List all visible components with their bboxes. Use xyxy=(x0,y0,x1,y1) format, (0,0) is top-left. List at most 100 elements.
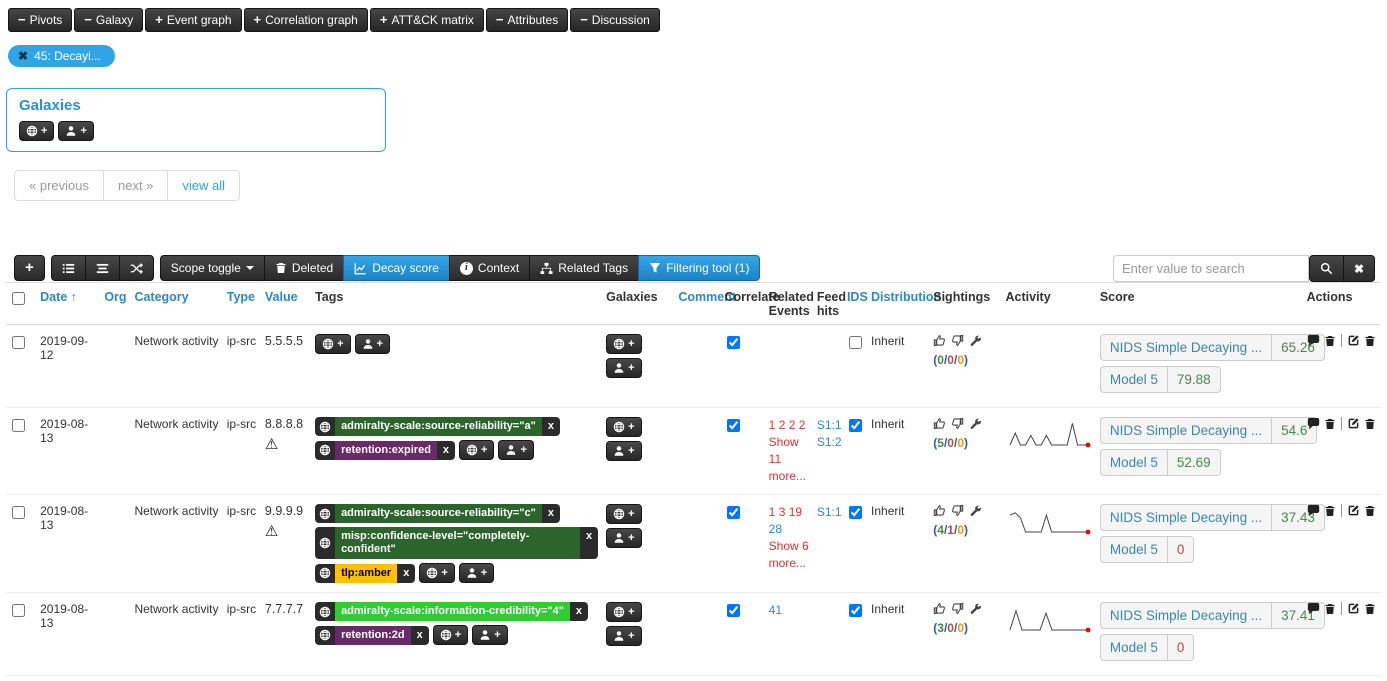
column-header-select[interactable] xyxy=(6,283,36,325)
feed-hit-link[interactable]: S1:1 xyxy=(817,504,839,521)
remove-tag-button[interactable]: x xyxy=(542,417,560,436)
tab-galaxy[interactable]: −Galaxy xyxy=(74,8,143,32)
column-header-comment[interactable]: Comment xyxy=(674,283,720,325)
related-event-link[interactable]: 41 xyxy=(769,603,782,617)
column-header-value[interactable]: Value xyxy=(261,283,311,325)
comment-icon[interactable] xyxy=(1307,504,1320,517)
related-event-link[interactable]: 1 xyxy=(769,505,776,519)
wrench-icon[interactable] xyxy=(969,602,982,615)
shuffle-view-button[interactable] xyxy=(119,255,154,281)
thumbs-down-icon[interactable] xyxy=(951,417,964,430)
remove-tag-button[interactable]: x xyxy=(580,527,598,559)
feed-hit-link[interactable]: S1:1 xyxy=(817,417,839,434)
tag[interactable]: admiralty-scale:information-credibility=… xyxy=(315,602,588,621)
thumbs-down-icon[interactable] xyxy=(951,602,964,615)
add-globe-tag-button[interactable]: + xyxy=(433,625,468,645)
tab-pivots[interactable]: −Pivots xyxy=(8,8,72,32)
trash-icon[interactable] xyxy=(1364,335,1376,347)
view-all-button[interactable]: view all xyxy=(167,170,240,201)
tab-att-ck-matrix[interactable]: +ATT&CK matrix xyxy=(370,8,484,32)
list-view-button[interactable] xyxy=(51,255,86,281)
correlate-checkbox[interactable] xyxy=(727,336,740,349)
related-event-link[interactable]: 19 xyxy=(789,505,802,519)
row-select-checkbox[interactable] xyxy=(12,336,25,349)
row-select-checkbox[interactable] xyxy=(12,419,25,432)
tab-correlation-graph[interactable]: +Correlation graph xyxy=(244,8,368,32)
thumbs-down-icon[interactable] xyxy=(951,504,964,517)
pivot-pill[interactable]: ✖ 45: Decayi... xyxy=(8,45,115,67)
add-person-row-local-galaxy-button[interactable]: + xyxy=(606,626,641,646)
related-tags-button[interactable]: Related Tags xyxy=(529,255,639,281)
add-globe-row-galaxy-button[interactable]: + xyxy=(606,417,641,437)
add-person-row-local-galaxy-button[interactable]: + xyxy=(606,358,641,378)
add-globe-row-galaxy-button[interactable]: + xyxy=(606,602,641,622)
select-all-checkbox[interactable] xyxy=(12,292,25,305)
thumbs-up-icon[interactable] xyxy=(933,334,946,347)
correlate-checkbox[interactable] xyxy=(727,419,740,432)
related-event-link[interactable]: 2 xyxy=(779,418,786,432)
search-input[interactable] xyxy=(1113,255,1309,282)
search-button[interactable] xyxy=(1309,255,1344,282)
tag[interactable]: retention:expiredx xyxy=(315,441,455,460)
add-person-local-tag-button[interactable]: + xyxy=(459,563,494,583)
thumbs-down-icon[interactable] xyxy=(951,334,964,347)
tab-event-graph[interactable]: +Event graph xyxy=(145,8,241,32)
trash-icon[interactable] xyxy=(1324,603,1336,615)
ids-checkbox[interactable] xyxy=(849,336,862,349)
trash-icon[interactable] xyxy=(1324,335,1336,347)
add-globe-row-galaxy-button[interactable]: + xyxy=(606,504,641,524)
tag[interactable]: admiralty-scale:source-reliability="a"x xyxy=(315,417,560,436)
tag[interactable]: misp:confidence-level="completely-confid… xyxy=(315,527,598,559)
thumbs-up-icon[interactable] xyxy=(933,417,946,430)
add-person-local-galaxy-button[interactable]: + xyxy=(58,121,93,141)
add-globe-tag-button[interactable]: + xyxy=(459,440,494,460)
next-page-button[interactable]: next » xyxy=(103,170,168,201)
correlate-checkbox[interactable] xyxy=(727,506,740,519)
ids-checkbox[interactable] xyxy=(849,506,862,519)
related-event-link[interactable]: Show 11 more... xyxy=(769,435,806,483)
row-select-checkbox[interactable] xyxy=(12,506,25,519)
comment-icon[interactable] xyxy=(1307,334,1320,347)
proposal-view-button[interactable] xyxy=(85,255,120,281)
close-icon[interactable]: ✖ xyxy=(18,49,28,63)
decay-score-badge[interactable]: Model 579.88 xyxy=(1100,366,1221,393)
row-select-checkbox[interactable] xyxy=(12,604,25,617)
add-globe-row-galaxy-button[interactable]: + xyxy=(606,334,641,354)
add-attribute-button[interactable]: + xyxy=(14,255,45,281)
add-globe-galaxy-button[interactable]: + xyxy=(19,121,54,141)
column-header-ids[interactable]: IDS xyxy=(843,283,867,325)
trash-icon[interactable] xyxy=(1364,505,1376,517)
thumbs-up-icon[interactable] xyxy=(933,602,946,615)
add-globe-tag-button[interactable]: + xyxy=(419,563,454,583)
trash-icon[interactable] xyxy=(1324,505,1336,517)
decay-score-badge[interactable]: Model 50 xyxy=(1100,536,1195,563)
related-event-link[interactable]: Show 6 more... xyxy=(769,539,809,570)
correlate-checkbox[interactable] xyxy=(727,604,740,617)
trash-icon[interactable] xyxy=(1364,418,1376,430)
tag[interactable]: admiralty-scale:source-reliability="c"x xyxy=(315,504,560,523)
thumbs-up-icon[interactable] xyxy=(933,504,946,517)
decay-score-badge[interactable]: NIDS Simple Decaying ...37.43 xyxy=(1100,504,1325,531)
decay-score-badge[interactable]: NIDS Simple Decaying ...54.6 xyxy=(1100,417,1318,444)
ids-checkbox[interactable] xyxy=(849,419,862,432)
edit-icon[interactable] xyxy=(1347,417,1360,430)
remove-tag-button[interactable]: x xyxy=(542,504,560,523)
related-event-link[interactable]: 2 xyxy=(789,418,796,432)
clear-search-button[interactable]: ✖ xyxy=(1343,255,1375,282)
column-header-category[interactable]: Category xyxy=(130,283,222,325)
remove-tag-button[interactable]: x xyxy=(411,626,429,645)
related-event-link[interactable]: 28 xyxy=(769,522,782,536)
add-person-local-tag-button[interactable]: + xyxy=(355,334,390,354)
related-event-link[interactable]: 1 xyxy=(769,418,776,432)
column-header-distribution[interactable]: Distribution xyxy=(867,283,929,325)
wrench-icon[interactable] xyxy=(969,504,982,517)
related-event-link[interactable]: 3 xyxy=(779,505,786,519)
decay-score-button[interactable]: Decay score xyxy=(343,255,450,281)
add-person-row-local-galaxy-button[interactable]: + xyxy=(606,441,641,461)
add-person-row-local-galaxy-button[interactable]: + xyxy=(606,528,641,548)
comment-icon[interactable] xyxy=(1307,417,1320,430)
trash-icon[interactable] xyxy=(1324,418,1336,430)
previous-page-button[interactable]: « previous xyxy=(14,170,104,201)
decay-score-badge[interactable]: NIDS Simple Decaying ...65.26 xyxy=(1100,334,1325,361)
remove-tag-button[interactable]: x xyxy=(397,564,415,583)
